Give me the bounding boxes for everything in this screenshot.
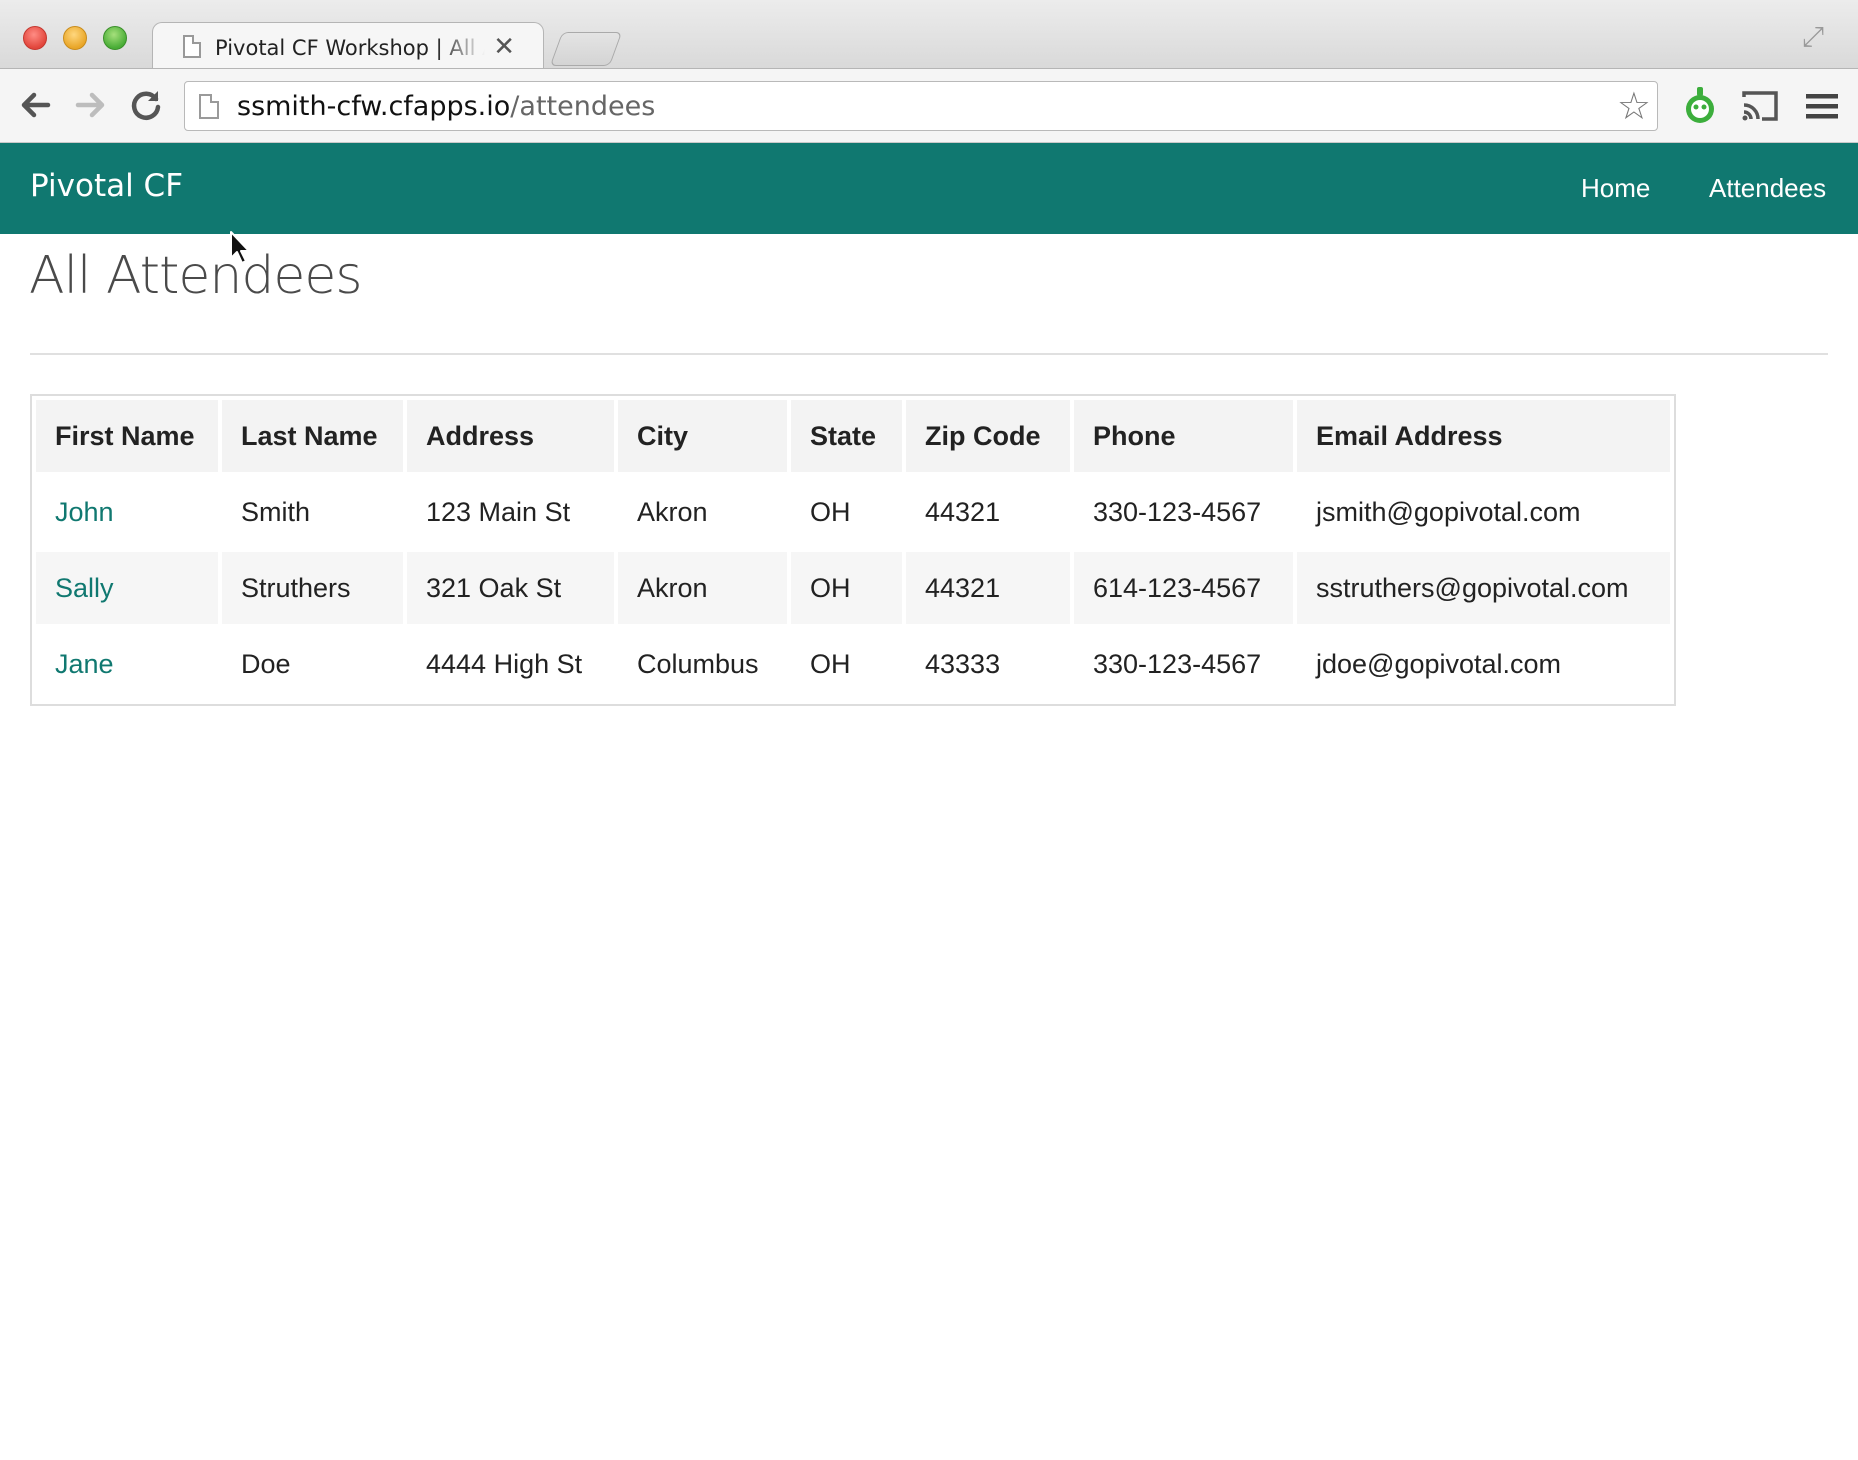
menu-icon[interactable] <box>1802 85 1842 127</box>
attendees-table: First Name Last Name Address City State … <box>30 394 1676 706</box>
cell-zip-code: 44321 <box>925 496 1001 527</box>
cell-state: OH <box>810 648 851 679</box>
cell-last-name: Smith <box>241 496 311 527</box>
nav-link-home[interactable]: Home <box>1581 173 1650 204</box>
window-minimize-button[interactable] <box>63 26 87 50</box>
star-icon[interactable]: ☆ <box>1617 86 1651 126</box>
tab-title: Pivotal CF Workshop | All Attendees <box>215 36 485 60</box>
column-header-phone: Phone <box>1074 400 1293 472</box>
cell-address: 321 Oak St <box>407 552 614 624</box>
cell-phone: 330-123-4567 <box>1093 648 1262 679</box>
cell-zip-code: 44321 <box>906 552 1070 624</box>
browser-tab-active[interactable]: Pivotal CF Workshop | All Attendees ✕ <box>152 22 544 72</box>
column-header-address: Address <box>407 400 614 472</box>
cell-first-name: Sally <box>36 552 218 624</box>
cell-email: jdoe@gopivotal.com <box>1316 648 1562 679</box>
table-header-row: First Name Last Name Address City State … <box>36 400 1670 472</box>
attendee-link[interactable]: Jane <box>55 649 114 679</box>
browser-toolbar: ssmith-cfw.cfapps.io/attendees ☆ <box>0 68 1858 143</box>
cell-city: Akron <box>618 552 787 624</box>
mouse-cursor-icon <box>229 230 253 266</box>
cell-city: Akron <box>637 496 708 527</box>
table-row: Sally Struthers 321 Oak St Akron OH 4432… <box>36 552 1670 624</box>
forward-icon[interactable] <box>68 83 112 127</box>
new-tab-button[interactable] <box>549 32 623 66</box>
cell-state: OH <box>810 496 851 527</box>
cell-first-name: John <box>36 476 218 548</box>
page-icon <box>183 35 201 58</box>
fullscreen-icon[interactable]: ⤢ <box>1798 22 1828 52</box>
cell-first-name: Jane <box>36 628 218 700</box>
nav-link-attendees[interactable]: Attendees <box>1709 173 1826 204</box>
cell-address: 123 Main St <box>426 496 571 527</box>
cast-icon[interactable] <box>1740 85 1780 127</box>
cell-state: OH <box>791 552 902 624</box>
back-icon[interactable] <box>14 83 58 127</box>
cell-phone: 330-123-4567 <box>1093 496 1262 527</box>
page-title: All Attendees <box>29 246 362 306</box>
column-header-state: State <box>791 400 902 472</box>
window-maximize-button[interactable] <box>103 26 127 50</box>
cell-city: Columbus <box>637 648 759 679</box>
brand-link[interactable]: Pivotal CF <box>30 168 183 204</box>
table-row: John Smith 123 Main St Akron OH 44321 33… <box>36 476 1670 548</box>
close-icon[interactable]: ✕ <box>493 32 515 62</box>
column-header-email: Email Address <box>1297 400 1670 472</box>
column-header-first-name: First Name <box>36 400 218 472</box>
attendee-link[interactable]: John <box>55 497 114 527</box>
divider <box>30 353 1828 355</box>
address-bar[interactable]: ssmith-cfw.cfapps.io/attendees ☆ <box>184 81 1658 131</box>
browser-titlebar: Pivotal CF Workshop | All Attendees ✕ ⤢ <box>0 0 1858 72</box>
cell-email: jsmith@gopivotal.com <box>1316 496 1581 527</box>
cell-zip-code: 43333 <box>925 648 1001 679</box>
url-text[interactable]: ssmith-cfw.cfapps.io/attendees <box>237 91 655 122</box>
reload-icon[interactable] <box>124 83 168 127</box>
cell-last-name: Doe <box>241 648 291 679</box>
column-header-last-name: Last Name <box>222 400 403 472</box>
site-navbar: Pivotal CF Home Attendees <box>0 143 1858 234</box>
column-header-zip-code: Zip Code <box>906 400 1070 472</box>
cell-last-name: Struthers <box>222 552 403 624</box>
cell-phone: 614-123-4567 <box>1074 552 1293 624</box>
column-header-city: City <box>618 400 787 472</box>
extension-icon[interactable] <box>1680 85 1720 127</box>
attendee-link[interactable]: Sally <box>55 573 114 603</box>
cell-address: 4444 High St <box>426 648 583 679</box>
window-close-button[interactable] <box>23 26 47 50</box>
cell-email: sstruthers@gopivotal.com <box>1297 552 1670 624</box>
table-row: Jane Doe 4444 High St Columbus OH 43333 … <box>36 628 1670 700</box>
page-icon <box>199 94 219 119</box>
